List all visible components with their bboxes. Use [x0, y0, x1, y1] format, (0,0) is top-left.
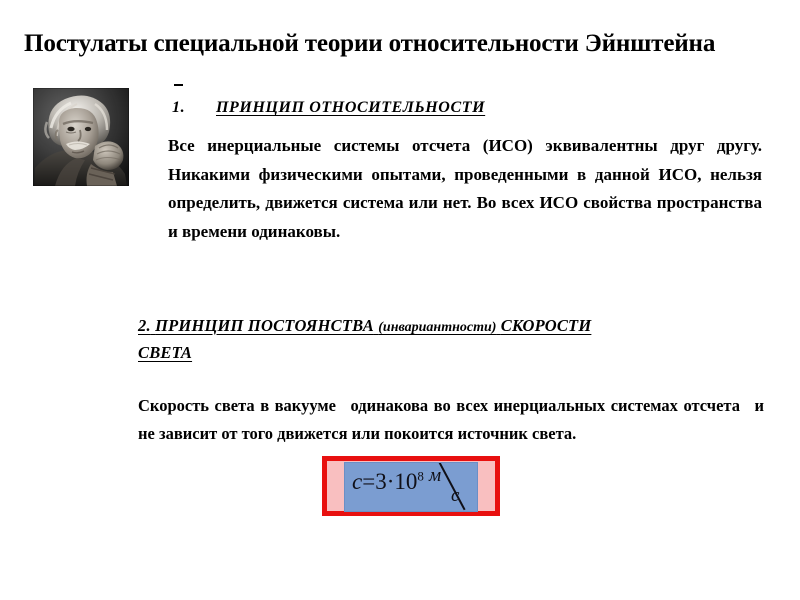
- postulate-two-heading-tail: СВЕТА: [138, 343, 193, 362]
- dash-marker-icon: [174, 84, 183, 86]
- formula-variable: c: [352, 468, 363, 494]
- formula-equals: =: [362, 468, 376, 494]
- formula-base: 10: [394, 468, 418, 494]
- postulate-two-block: 2. ПРИНЦИП ПОСТОЯНСТВА (инвариантности) …: [138, 313, 764, 443]
- postulate-two-heading-parenthetical: (инвариантности): [378, 320, 497, 335]
- formula-highlight-box: c=3·108 м с: [322, 456, 500, 516]
- postulate-two-body-part-one: Скорость света в вакууме: [138, 396, 336, 415]
- formula-coefficient: 3: [375, 468, 387, 494]
- postulate-two-body: Скорость света в вакууме одинакова во вс…: [138, 392, 764, 448]
- postulate-two-heading-rest: СКОРОСТИ: [500, 316, 592, 335]
- postulate-two-body-part-two: одинакова во всех инерциальных системах …: [350, 396, 740, 415]
- postulate-one-heading: 1. ПРИНЦИП ОТНОСИТЕЛЬНОСТИ: [172, 98, 764, 118]
- postulate-one-number: 1.: [172, 99, 186, 116]
- formula-inner-box: c=3·108 м с: [344, 461, 478, 512]
- postulate-two-number: 2.: [138, 316, 151, 335]
- formula-unit-fraction: м с: [429, 462, 475, 511]
- formula-unit-numerator: м: [429, 464, 442, 486]
- slide-canvas: Постулаты специальной теории относительн…: [0, 0, 800, 600]
- postulate-one-heading-text: ПРИНЦИП ОТНОСИТЕЛЬНОСТИ: [216, 99, 486, 116]
- formula-exponent: 8: [417, 467, 424, 483]
- postulate-two-heading: 2. ПРИНЦИП ПОСТОЯНСТВА (инвариантности) …: [138, 313, 764, 365]
- postulate-one-body: Все инерциальные системы отсчета (ИСО) э…: [168, 136, 762, 241]
- page-title: Постулаты специальной теории относительн…: [24, 28, 716, 57]
- speed-of-light-formula: c=3·108: [352, 467, 424, 497]
- formula-unit-denominator: с: [451, 484, 460, 506]
- postulate-two-heading-main: ПРИНЦИП ПОСТОЯНСТВА: [155, 316, 374, 335]
- einstein-photo: [33, 88, 129, 186]
